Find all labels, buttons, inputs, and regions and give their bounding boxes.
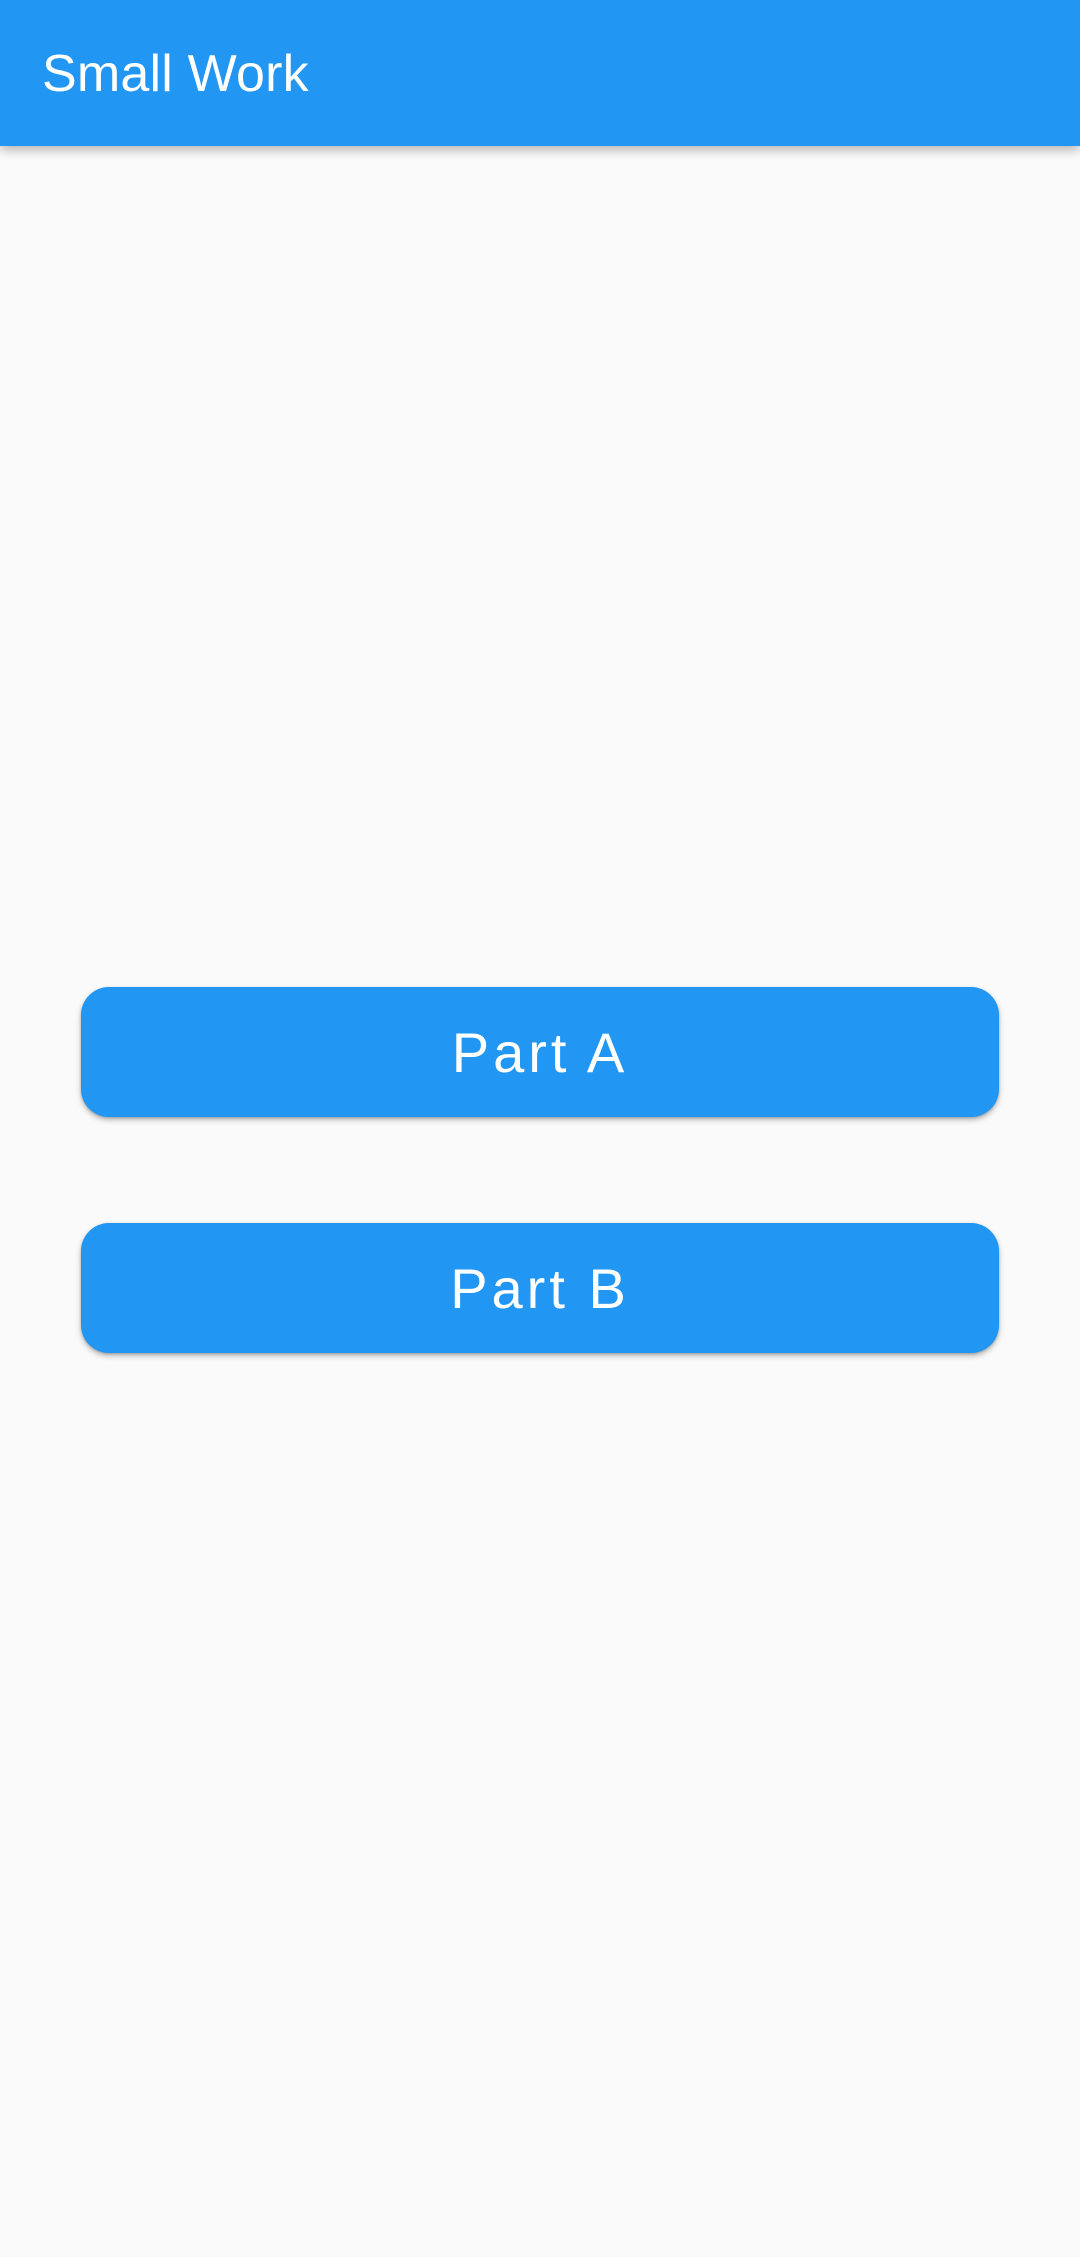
app-title: Small Work bbox=[42, 45, 309, 103]
part-a-button-label: Part A bbox=[451, 1020, 629, 1084]
app-bar: Small Work bbox=[0, 0, 1080, 146]
part-b-button-label: Part B bbox=[450, 1256, 630, 1320]
main-content: Part A Part B bbox=[0, 146, 1080, 2257]
part-b-button[interactable]: Part B bbox=[81, 1223, 999, 1353]
part-a-button[interactable]: Part A bbox=[81, 987, 999, 1117]
